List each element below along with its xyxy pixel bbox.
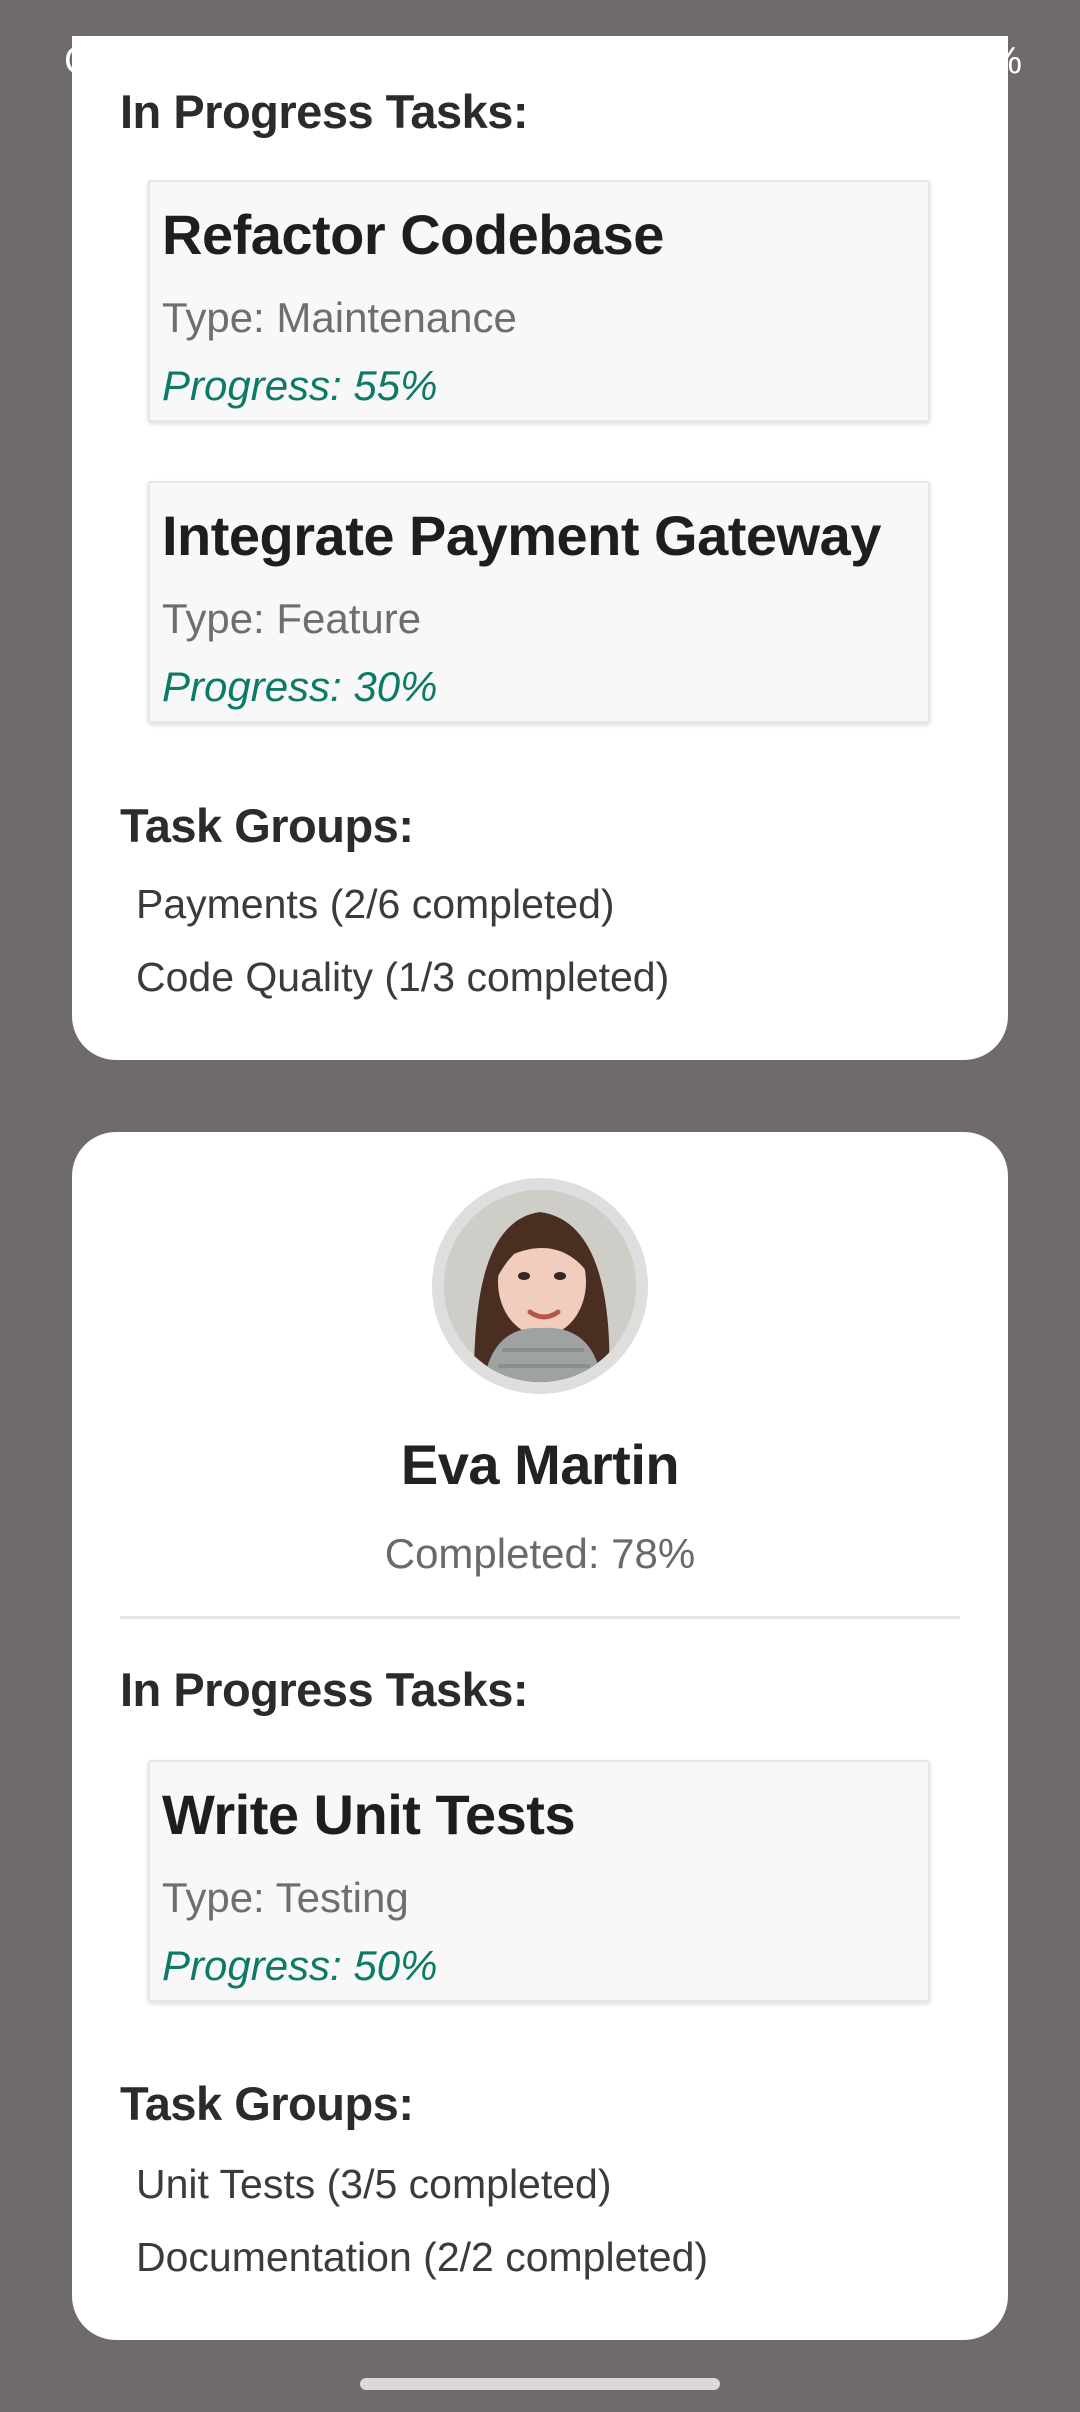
task-type: Type: Feature — [162, 595, 422, 642]
task-title: Refactor Codebase — [162, 203, 664, 266]
task-group-item: Code Quality (1/3 completed) — [136, 954, 670, 1000]
task-group-list: Unit Tests (3/5 completed) Documentation… — [136, 2148, 708, 2294]
task-card[interactable]: Integrate Payment Gateway Type: Feature … — [148, 481, 930, 723]
task-group-item: Payments (2/6 completed) — [136, 881, 615, 927]
task-title: Write Unit Tests — [162, 1783, 576, 1846]
task-group-item: Documentation (2/2 completed) — [136, 2234, 709, 2280]
completion-rate: Completed: 78% — [384, 1530, 696, 1577]
task-progress: Progress: 55% — [162, 362, 438, 409]
avatar-photo — [444, 1190, 636, 1382]
task-groups-heading: Task Groups: — [120, 2077, 414, 2130]
home-indicator[interactable] — [360, 2378, 720, 2390]
member-card: Eva Martin Completed: 78% In Progress Ta… — [72, 1132, 1008, 2340]
task-group-item: Unit Tests (3/5 completed) — [136, 2161, 612, 2207]
in-progress-heading: In Progress Tasks: — [120, 85, 529, 138]
divider — [120, 1616, 960, 1619]
task-type: Type: Testing — [162, 1874, 409, 1921]
in-progress-heading: In Progress Tasks: — [120, 1663, 529, 1716]
avatar — [432, 1178, 648, 1394]
task-card[interactable]: Write Unit Tests Type: Testing Progress:… — [148, 1760, 930, 2002]
task-progress: Progress: 50% — [162, 1942, 438, 1989]
task-card[interactable]: Refactor Codebase Type: Maintenance Prog… — [148, 180, 930, 422]
member-card: In Progress Tasks: Refactor Codebase Typ… — [72, 36, 1008, 1060]
task-groups-heading: Task Groups: — [120, 799, 414, 852]
task-group-list: Payments (2/6 completed) Code Quality (1… — [136, 868, 669, 1014]
task-title: Integrate Payment Gateway — [162, 504, 881, 567]
member-name: Eva Martin — [400, 1433, 680, 1496]
task-type: Type: Maintenance — [162, 294, 517, 341]
task-progress: Progress: 30% — [162, 663, 438, 710]
